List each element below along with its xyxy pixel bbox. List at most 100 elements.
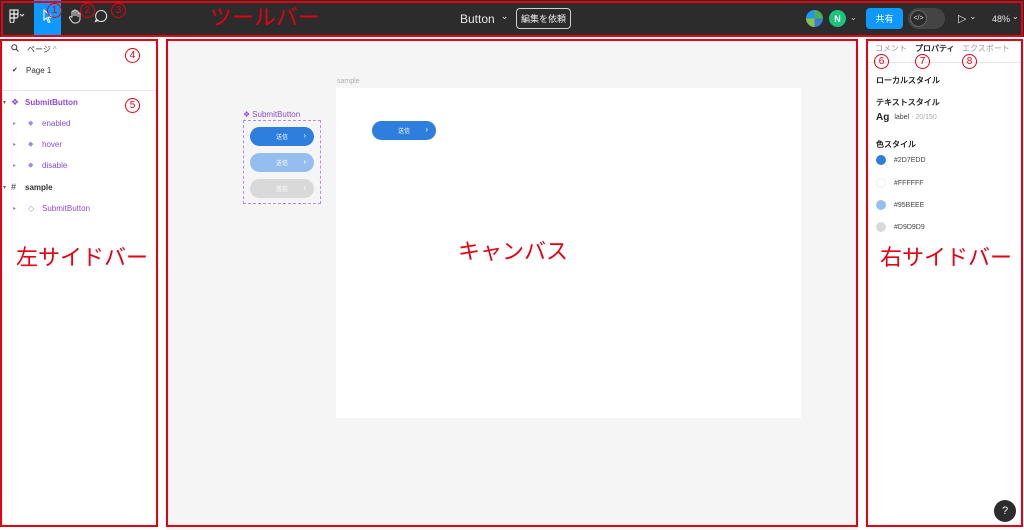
- color-style-item[interactable]: #95BEEE: [876, 199, 924, 211]
- left-sidebar-annotation-label: 左サイドバー: [16, 245, 149, 270]
- avatar[interactable]: [806, 10, 823, 27]
- toolbar-annotation-label: ツールバー: [210, 5, 321, 30]
- chevron-down-icon: ⌄: [969, 12, 977, 21]
- layer-name: disable: [42, 160, 68, 170]
- button-label: 送信: [275, 135, 288, 141]
- chevron-right-icon[interactable]: ▸: [13, 141, 28, 148]
- figma-menu-icon: [9, 9, 25, 28]
- component-set-label[interactable]: ❖ SubmitButton: [243, 110, 300, 119]
- tab-properties[interactable]: プロパティ: [915, 43, 955, 54]
- variant-icon: ◆: [28, 120, 34, 127]
- file-title-menu[interactable]: Button ⌄: [460, 0, 508, 37]
- text-style-item[interactable]: Ag label · 20/150: [876, 111, 937, 123]
- chevron-right-icon[interactable]: ▸: [13, 162, 28, 169]
- color-style-label: #FFFFFF: [894, 179, 924, 187]
- chevron-right-icon: ›: [425, 125, 428, 134]
- variant-icon: ◆: [28, 141, 34, 148]
- layer-item[interactable]: ▸ ◆ hover: [0, 134, 158, 154]
- figma-menu-button[interactable]: [0, 0, 34, 37]
- button-label: 送信: [275, 161, 288, 167]
- callout-8: 8: [962, 54, 977, 69]
- tab-comments[interactable]: コメント: [875, 43, 907, 54]
- submit-button-disable[interactable]: 送信 ›: [250, 179, 314, 198]
- color-styles-heading: 色スタイル: [876, 140, 916, 149]
- color-style-label: #D9D9D9: [894, 223, 925, 231]
- callout-5: 5: [125, 98, 140, 113]
- layer-name: hover: [42, 139, 63, 149]
- chevron-right-icon[interactable]: ▸: [13, 120, 28, 127]
- color-swatch: [876, 155, 886, 165]
- instance-icon: ◇: [28, 203, 35, 213]
- chevron-right-icon: ›: [303, 183, 306, 192]
- text-style-glyph: Ag: [876, 111, 890, 123]
- local-styles-heading: ローカルスタイル: [876, 76, 940, 85]
- color-style-label: #2D7EDD: [894, 156, 926, 164]
- zoom-level: 48%: [992, 13, 1011, 24]
- avatar-n[interactable]: N: [829, 10, 846, 27]
- color-style-item[interactable]: #2D7EDD: [876, 154, 926, 166]
- submit-button-hover[interactable]: 送信 ›: [250, 153, 314, 172]
- divider: [866, 62, 1024, 63]
- layer-name: sample: [25, 182, 53, 192]
- page-item[interactable]: ✔ Page 1: [0, 60, 158, 80]
- share-button[interactable]: 共有: [866, 8, 903, 29]
- page-name: Page 1: [26, 65, 52, 75]
- chevron-up-icon: ^: [52, 44, 57, 54]
- layer-item[interactable]: ▾ # sample: [0, 177, 158, 197]
- code-icon: </>: [910, 10, 927, 27]
- comment-tool-icon: [94, 9, 108, 28]
- canvas-annotation-label: キャンバス: [458, 239, 569, 264]
- submit-button-enabled[interactable]: 送信 ›: [250, 127, 314, 146]
- text-style-name: label: [894, 113, 910, 121]
- tab-export[interactable]: エクスポート: [962, 43, 1010, 54]
- layer-name: enabled: [42, 118, 71, 128]
- request-edit-button[interactable]: 編集を依頼: [516, 8, 571, 29]
- present-button[interactable]: ▷ ⌄: [958, 0, 976, 37]
- search-icon[interactable]: [11, 44, 21, 54]
- pages-label: ページ: [27, 44, 51, 54]
- color-swatch: [876, 200, 886, 210]
- button-label: 送信: [275, 187, 288, 193]
- help-button[interactable]: ?: [994, 500, 1016, 522]
- chevron-down-icon[interactable]: ⌄: [850, 13, 857, 22]
- color-swatch: [876, 178, 886, 188]
- variant-icon: ◆: [28, 162, 34, 169]
- chevron-right-icon: ›: [303, 157, 306, 166]
- chevron-down-icon: ⌄: [1012, 12, 1019, 21]
- check-icon: ✔: [12, 67, 18, 74]
- layer-item[interactable]: ▸ ◇ SubmitButton: [0, 198, 158, 218]
- chevron-down-icon: ⌄: [500, 11, 509, 21]
- right-sidebar-annotation-label: 右サイドバー: [880, 245, 1013, 270]
- frame-icon: #: [11, 182, 17, 192]
- component-set-name: SubmitButton: [252, 110, 301, 119]
- callout-6: 6: [874, 54, 889, 69]
- chevron-down-icon[interactable]: ▾: [3, 99, 11, 106]
- zoom-menu[interactable]: 48% ⌄: [992, 0, 1019, 37]
- layer-item[interactable]: ▸ ◆ enabled: [0, 113, 158, 133]
- text-style-spec: · 20/150: [911, 113, 937, 121]
- chevron-down-icon[interactable]: ▾: [3, 184, 11, 191]
- chevron-right-icon: ›: [303, 131, 306, 140]
- text-styles-heading: テキストスタイル: [876, 98, 940, 107]
- layer-name: SubmitButton: [25, 97, 78, 107]
- callout-1: 1: [47, 3, 62, 18]
- divider: [0, 90, 158, 91]
- callout-7: 7: [915, 54, 930, 69]
- color-swatch: [876, 222, 886, 232]
- callout-4: 4: [125, 48, 140, 63]
- callout-3: 3: [111, 3, 126, 18]
- file-title: Button: [460, 11, 495, 26]
- component-set-icon: ❖: [243, 110, 251, 119]
- color-style-item[interactable]: #D9D9D9: [876, 221, 925, 233]
- chevron-right-icon[interactable]: ▸: [13, 205, 28, 212]
- toolbar: Button ⌄ 編集を依頼 N ⌄ 共有 </> ▷ ⌄ 48% ⌄: [0, 0, 1024, 37]
- layer-name: SubmitButton: [42, 203, 91, 213]
- component-set-icon: ❖: [11, 96, 20, 107]
- submit-button-instance[interactable]: 送信 ›: [372, 121, 436, 140]
- frame-label[interactable]: sample: [337, 78, 360, 85]
- play-icon: ▷: [958, 13, 967, 25]
- layer-item[interactable]: ▸ ◆ disable: [0, 155, 158, 175]
- callout-2: 2: [80, 3, 95, 18]
- button-label: 送信: [397, 129, 410, 135]
- color-style-item[interactable]: #FFFFFF: [876, 177, 924, 189]
